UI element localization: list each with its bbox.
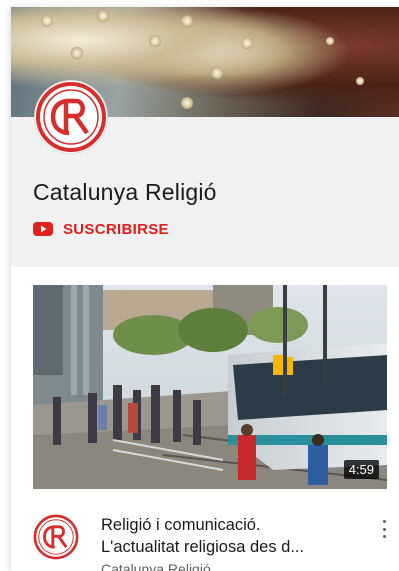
- youtube-play-icon: [33, 222, 53, 236]
- subscribe-button[interactable]: SUSCRIBIRSE: [33, 217, 169, 241]
- channel-card: Catalunya Religió SUSCRIBIRSE 4:59 Relig…: [11, 7, 399, 571]
- video-duration: 4:59: [343, 460, 379, 479]
- video-title-line: L'actualitat religiosa des d...: [101, 538, 305, 556]
- video-thumbnail[interactable]: 4:59: [33, 285, 387, 489]
- catalunya-religio-logo-icon: [36, 82, 106, 152]
- catalunya-religio-logo-icon: [33, 514, 79, 560]
- video-channel-avatar[interactable]: [33, 514, 79, 560]
- channel-name: Catalunya Religió: [33, 179, 217, 205]
- video-title[interactable]: Religió i comunicació. L'actualitat reli…: [101, 514, 363, 558]
- channel-avatar[interactable]: [35, 81, 107, 153]
- video-thumbnail-image: [33, 285, 387, 489]
- more-vertical-icon[interactable]: [377, 517, 391, 541]
- video-channel-name: Catalunya Religió: [101, 561, 211, 571]
- video-title-line: Religió i comunicació.: [101, 516, 261, 534]
- subscribe-label: SUSCRIBIRSE: [63, 220, 169, 238]
